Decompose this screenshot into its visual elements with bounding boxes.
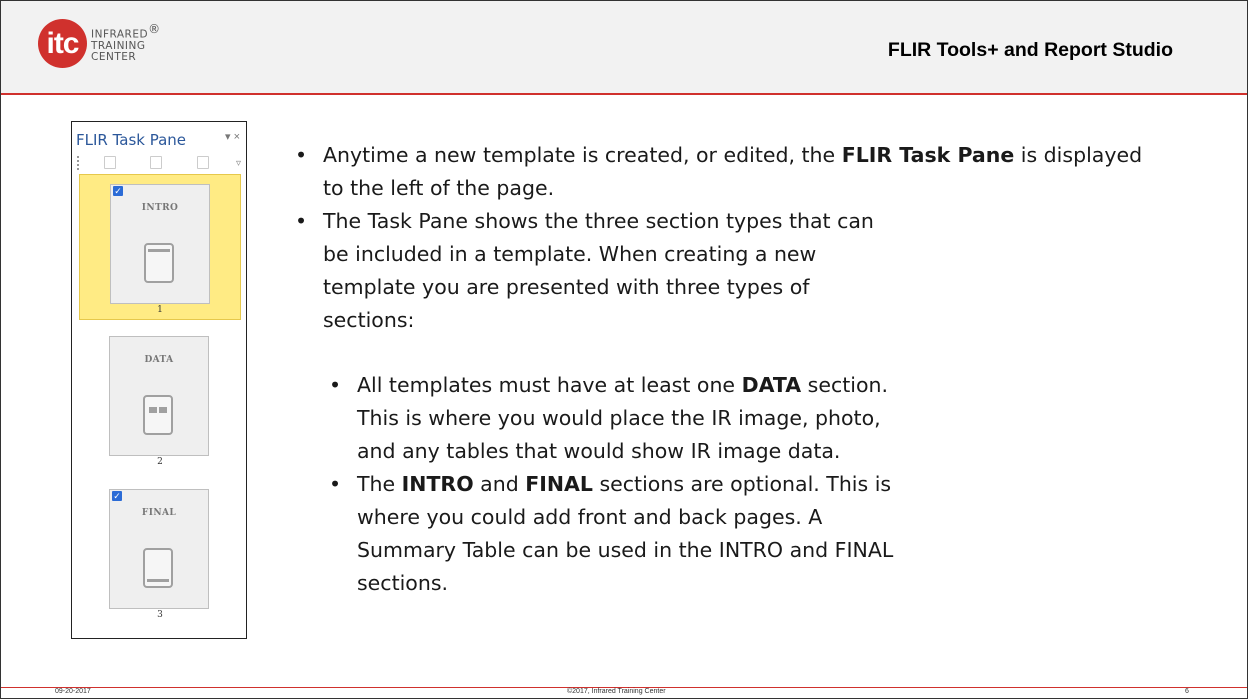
section-thumbnail[interactable]: DATA (109, 336, 209, 456)
bullet-bold: INTRO (401, 472, 474, 496)
logo-line-3: CENTER (91, 50, 137, 63)
section-checkbox[interactable]: ✓ (112, 491, 122, 501)
bullet-item: The Task Pane shows the three section ty… (291, 205, 883, 337)
slide: itc INFRARED® TRAINING CENTER FLIR Tools… (0, 0, 1248, 699)
bullet-text: Anytime a new template is created, or ed… (323, 143, 842, 167)
bullet-item: Anytime a new template is created, or ed… (291, 139, 1151, 205)
flir-task-pane: FLIR Task Pane ▾ × ▿ ✓ INTRO 1 DATA 2 ✓ … (71, 121, 247, 639)
slide-title: FLIR Tools+ and Report Studio (887, 39, 1173, 61)
bullet-text: The Task Pane shows the three section ty… (323, 209, 874, 332)
bullet-list: Anytime a new template is created, or ed… (291, 139, 1151, 337)
section-label: INTRO (141, 203, 179, 213)
task-pane-controls: ▾ × (225, 130, 240, 143)
page-number: 6 (1185, 688, 1189, 695)
copy-section-icon[interactable] (104, 156, 116, 169)
section-number: 3 (157, 610, 163, 620)
section-label: DATA (144, 355, 174, 365)
section-thumbnail[interactable]: ✓ FINAL (109, 489, 209, 609)
logo-text: INFRARED® TRAINING CENTER (91, 22, 161, 63)
sub-bullet-item: All templates must have at least one DAT… (325, 369, 895, 468)
logo-mark: itc (38, 19, 87, 68)
toolbar-grip-icon[interactable] (77, 156, 79, 170)
task-pane-title: FLIR Task Pane (76, 131, 187, 149)
task-pane-toolbar: ▿ (76, 156, 241, 172)
section-checkbox[interactable]: ✓ (113, 186, 123, 196)
section-label: FINAL (141, 508, 177, 518)
section-intro[interactable]: ✓ INTRO 1 (79, 174, 241, 320)
footer-date: 09-20-2017 (55, 688, 91, 695)
bullet-text: The (357, 472, 402, 496)
slide-footer: 09-20-2017 ©2017, Infrared Training Cent… (1, 687, 1247, 698)
section-thumbnail[interactable]: ✓ INTRO (110, 184, 210, 304)
toolbar-overflow-icon[interactable]: ▿ (236, 158, 241, 169)
sub-bullet-list: All templates must have at least one DAT… (325, 369, 895, 600)
pages-icon (143, 395, 173, 435)
bullet-bold: DATA (741, 373, 802, 397)
section-final[interactable]: ✓ FINAL 3 (79, 480, 241, 626)
section-number: 1 (157, 305, 163, 315)
bullet-bold: FLIR Task Pane (841, 143, 1015, 167)
footer-copyright: ©2017, Infrared Training Center (567, 688, 666, 695)
close-icon[interactable]: × (234, 131, 240, 143)
registered-mark: ® (148, 22, 161, 37)
bullet-text: and (473, 472, 526, 496)
slide-header: itc INFRARED® TRAINING CENTER FLIR Tools… (1, 1, 1247, 95)
move-section-icon[interactable] (150, 156, 162, 169)
section-data[interactable]: DATA 2 (79, 327, 241, 473)
itc-logo: itc INFRARED® TRAINING CENTER (38, 19, 161, 68)
slide-content: Anytime a new template is created, or ed… (291, 139, 1151, 600)
chevron-down-icon[interactable]: ▾ (225, 131, 231, 143)
page-icon (143, 548, 173, 588)
sub-bullet-item: The INTRO and FINAL sections are optiona… (325, 468, 895, 600)
section-number: 2 (157, 457, 163, 467)
bullet-bold: FINAL (525, 472, 593, 496)
insert-section-icon[interactable] (197, 156, 209, 169)
logo-line-1: INFRARED (91, 28, 149, 41)
page-icon (144, 243, 174, 283)
bullet-text: All templates must have at least one (357, 373, 742, 397)
